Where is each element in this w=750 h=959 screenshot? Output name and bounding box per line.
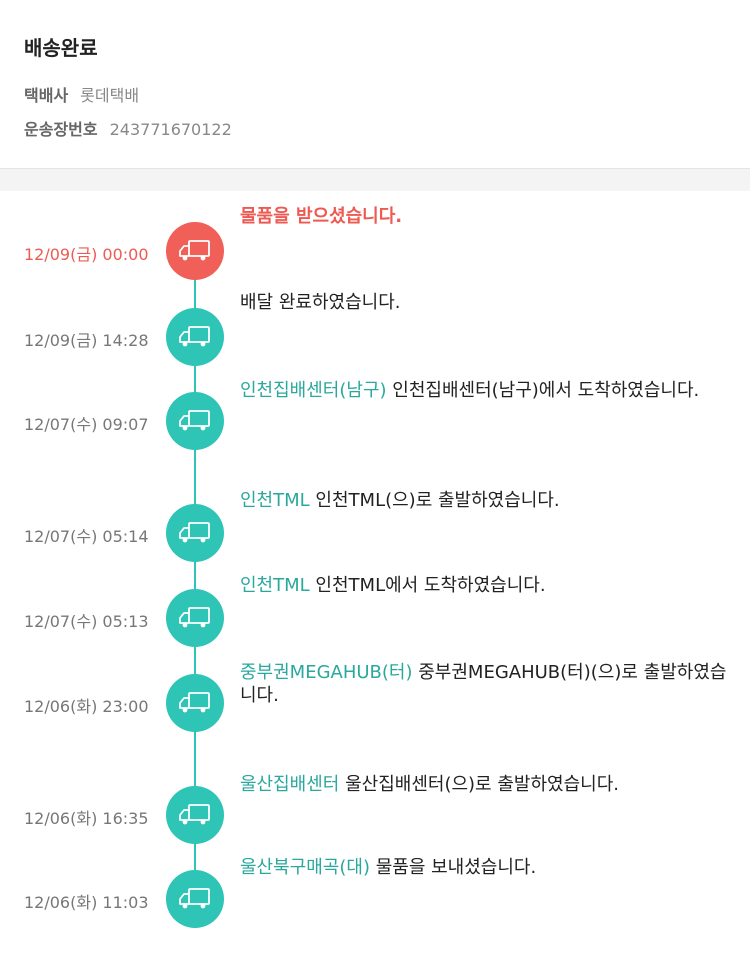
event-message: 인천TML 인천TML(으)로 출발하였습니다.: [240, 489, 736, 512]
event-marker: [166, 504, 224, 562]
delivery-truck-icon: [178, 886, 212, 912]
delivery-truck-icon: [178, 324, 212, 350]
tracking-number-label: 운송장번호: [24, 120, 98, 139]
event-description: 물품을 보내셨습니다.: [375, 857, 537, 878]
delivery-summary: 배송완료 택배사 롯데택배 운송장번호 243771670122: [0, 0, 750, 168]
event-location: 중부권MEGAHUB(터): [240, 662, 413, 683]
event-message: 중부권MEGAHUB(터) 중부권MEGAHUB(터)(으)로 출발하였습니다.: [240, 661, 736, 707]
event-marker: [166, 308, 224, 366]
event-message: 울산북구매곡(대) 물품을 보내셨습니다.: [240, 856, 736, 879]
event-marker: [166, 222, 224, 280]
courier-value: 롯데택배: [80, 86, 140, 105]
event-description: 울산집배센터(으)로 출발하였습니다.: [345, 774, 619, 795]
courier-row: 택배사 롯데택배: [24, 82, 139, 106]
event-marker: [166, 786, 224, 844]
event-description: 배달 완료하였습니다.: [240, 292, 401, 313]
event-marker: [166, 674, 224, 732]
tracking-number-row: 운송장번호 243771670122: [24, 116, 232, 140]
delivery-truck-icon: [178, 802, 212, 828]
event-location: 인천TML: [240, 575, 310, 596]
delivery-truck-icon: [178, 238, 212, 264]
tracking-number-value: 243771670122: [109, 120, 232, 139]
event-location: 인천TML: [240, 490, 310, 511]
event-location: 울산북구매곡(대): [240, 857, 370, 878]
courier-label: 택배사: [24, 86, 69, 105]
event-location: 울산집배센터: [240, 774, 340, 795]
event-marker: [166, 392, 224, 450]
event-location: 인천집배센터(남구): [240, 380, 387, 401]
event-message: 물품을 받으셨습니다.: [240, 205, 736, 228]
delivery-status-title: 배송완료: [24, 36, 98, 60]
event-time: 12/06(화) 11:03: [24, 893, 149, 912]
tracking-timeline: 12/09(금) 00:00 물품을 받으셨습니다. 12/09(금) 14:28 배…: [0, 191, 750, 959]
event-description: 인천집배센터(남구)에서 도착하였습니다.: [392, 380, 700, 401]
event-time: 12/06(화) 23:00: [24, 697, 149, 716]
event-time: 12/09(금) 14:28: [24, 331, 149, 350]
event-marker: [166, 589, 224, 647]
event-time: 12/06(화) 16:35: [24, 809, 149, 828]
delivery-truck-icon: [178, 690, 212, 716]
event-message: 인천집배센터(남구) 인천집배센터(남구)에서 도착하였습니다.: [240, 379, 736, 402]
event-description: 인천TML(으)로 출발하였습니다.: [315, 490, 560, 511]
event-time: 12/09(금) 00:00: [24, 245, 149, 264]
event-time: 12/07(수) 05:13: [24, 612, 149, 631]
event-description: 인천TML에서 도착하였습니다.: [315, 575, 546, 596]
delivery-truck-icon: [178, 605, 212, 631]
event-time: 12/07(수) 05:14: [24, 527, 149, 546]
section-gap: [0, 169, 750, 191]
delivery-truck-icon: [178, 408, 212, 434]
delivery-truck-icon: [178, 520, 212, 546]
event-marker: [166, 870, 224, 928]
event-message: 인천TML 인천TML에서 도착하였습니다.: [240, 574, 736, 597]
event-message: 울산집배센터 울산집배센터(으)로 출발하였습니다.: [240, 773, 736, 796]
event-description: 물품을 받으셨습니다.: [240, 206, 403, 227]
event-time: 12/07(수) 09:07: [24, 415, 149, 434]
event-message: 배달 완료하였습니다.: [240, 291, 736, 314]
